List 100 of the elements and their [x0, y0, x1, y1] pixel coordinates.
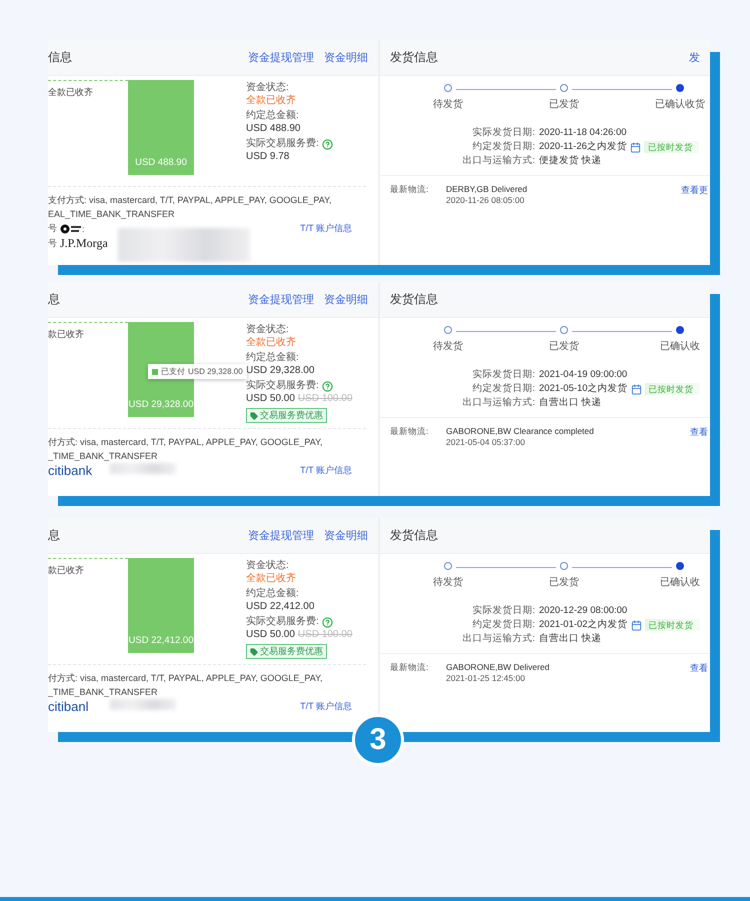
detail-value: 2021-04-19 09:00:00 — [539, 369, 628, 381]
detail-label: 出口与运输方式: — [461, 397, 535, 409]
discount-text: 交易服务费优惠 — [260, 645, 323, 658]
view-more-link[interactable]: 查看更 — [681, 184, 708, 206]
detail-value: 2021-01-02之内发货 — [539, 619, 628, 631]
detail-label: 出口与运输方式: — [461, 633, 535, 645]
logistics-time: 2021-05-04 05:37:00 — [446, 437, 526, 448]
detail-value: 2020-12-29 08:00:00 — [539, 605, 628, 617]
step-label: 已发货 — [549, 576, 579, 589]
payment-methods-text: 付方式: visa, mastercard, T/T, PAYPAL, APPLE_PAY, GOOGLE_PAY, — [48, 436, 324, 449]
logistics-event: DERBY,GB Delivered — [446, 184, 528, 195]
total-label: 约定总金额: — [246, 588, 300, 600]
detail-label: 实际发货日期: — [471, 127, 535, 139]
header-link[interactable]: 资金提现管理 — [248, 50, 314, 65]
on-time-tag: 已按时发货 — [644, 383, 700, 395]
bank-logo: citibank — [48, 463, 92, 478]
fee-value: USD 50.00 — [246, 628, 295, 641]
header-link[interactable]: 发 — [689, 50, 700, 65]
detail-label: 约定发货日期: — [471, 141, 535, 153]
step-label: 已发货 — [549, 340, 579, 353]
detail-label: 实际发货日期: — [471, 605, 535, 617]
header-link[interactable]: 资金提现管理 — [248, 528, 314, 543]
step-label: 待发货 — [433, 576, 463, 589]
step-label: 已发货 — [549, 98, 579, 111]
help-icon[interactable] — [322, 138, 333, 150]
collected-note: 款已收齐 — [48, 328, 84, 341]
panel-title: 发货信息 — [389, 291, 438, 308]
account-colon: : — [82, 224, 85, 234]
status-label: 资金状态: — [246, 324, 290, 336]
fee-label: 实际交易服务费: — [246, 616, 319, 628]
collected-note: 全款已收齐 — [48, 86, 93, 99]
calendar-icon[interactable] — [630, 142, 641, 152]
detail-value: 自营出口 快递 — [539, 397, 602, 409]
total-value: USD 29,328.00 — [246, 364, 316, 377]
on-time-tag: 已按时发货 — [644, 141, 699, 153]
logistics-event: GABORONE,BW Delivered — [446, 662, 550, 673]
help-icon[interactable] — [322, 380, 333, 392]
step-label: 已确认收 — [660, 576, 700, 589]
total-label: 约定总金额: — [246, 110, 300, 122]
fee-value: USD 9.78 — [246, 150, 290, 163]
calendar-icon[interactable] — [630, 384, 642, 394]
view-more-link[interactable]: 查看 — [690, 662, 708, 684]
header-link[interactable]: 资金明细 — [324, 50, 368, 65]
logistics-label: 最新物流: — [390, 662, 430, 674]
payment-methods-text: _TIME_BANK_TRANSFER — [48, 450, 159, 463]
panel-title: 发货信息 — [389, 49, 438, 66]
collected-note: 款已收齐 — [48, 564, 84, 577]
step-label: 已确认收货 — [655, 98, 705, 111]
detail-value: 2021-05-10之内发货 — [539, 383, 628, 395]
tag-icon — [250, 648, 258, 656]
step-number-badge: 3 — [352, 714, 404, 766]
help-icon[interactable] — [322, 616, 333, 628]
payment-methods-text: EAL_TIME_BANK_TRANSFER — [48, 208, 176, 221]
status-value: 全款已收齐 — [246, 572, 297, 585]
status-label: 资金状态: — [246, 82, 290, 94]
header-link[interactable]: 资金明细 — [324, 528, 368, 543]
account-info-link[interactable]: T/T 账户信息 — [300, 464, 352, 477]
paid-bar: USD 22,412.00 — [128, 558, 194, 653]
detail-value: 自营出口 快递 — [539, 633, 602, 645]
payment-methods-text: _TIME_BANK_TRANSFER — [48, 686, 159, 699]
header-link[interactable]: 资金提现管理 — [248, 292, 314, 307]
redacted-block — [110, 463, 176, 474]
bank-logo: citibanl — [48, 699, 88, 714]
calendar-icon[interactable] — [630, 620, 642, 630]
total-value: USD 488.90 — [246, 122, 302, 135]
bank-logo: J.P.Morga — [60, 236, 108, 251]
panel-title: 息 — [48, 291, 60, 308]
payment-methods-text: 支付方式: visa, mastercard, T/T, PAYPAL, APPLE_PAY, GOOGLE_PAY, — [48, 194, 332, 207]
logistics-time: 2020-11-26 08:05:00 — [446, 195, 526, 206]
detail-label: 实际发货日期: — [471, 369, 535, 381]
logistics-event: GABORONE,BW Clearance completed — [446, 426, 594, 437]
fee-label: 实际交易服务费: — [246, 380, 319, 392]
total-value: USD 22,412.00 — [246, 600, 316, 613]
status-value: 全款已收齐 — [246, 336, 297, 349]
account-info-link[interactable]: T/T 账户信息 — [300, 700, 352, 713]
detail-label: 约定发货日期: — [471, 619, 535, 631]
logistics-time: 2021-01-25 12:45:00 — [446, 673, 526, 684]
original-fee: USD 100.00 — [298, 629, 352, 640]
view-more-link[interactable]: 查看 — [690, 426, 708, 448]
status-label: 资金状态: — [246, 560, 290, 572]
step-label: 已确认收 — [660, 340, 700, 353]
chart-tooltip: 已支付 USD 29,328.00 — [148, 364, 247, 379]
logistics-label: 最新物流: — [390, 426, 430, 438]
status-value: 全款已收齐 — [246, 94, 297, 107]
header-link[interactable]: 资金明细 — [324, 292, 368, 307]
on-time-tag: 已按时发货 — [644, 619, 700, 631]
account-label: 号 — [48, 237, 57, 250]
fee-label: 实际交易服务费: — [246, 138, 319, 150]
detail-value: 2020-11-26之内发货 — [539, 141, 627, 153]
panel-title: 信息 — [48, 49, 72, 66]
detail-label: 约定发货日期: — [471, 383, 535, 395]
paid-bar: USD 488.90 — [128, 80, 194, 175]
payment-methods-text: 付方式: visa, mastercard, T/T, PAYPAL, APPLE_PAY, GOOGLE_PAY, — [48, 672, 324, 685]
redacted-block — [110, 699, 176, 710]
detail-label: 出口与运输方式: — [461, 155, 535, 167]
account-info-link[interactable]: T/T 账户信息 — [300, 222, 352, 235]
step-label: 待发货 — [433, 340, 463, 353]
original-fee: USD 100.00 — [298, 393, 352, 404]
logistics-label: 最新物流: — [390, 184, 430, 196]
detail-value: 2020-11-18 04:26:00 — [539, 127, 627, 139]
